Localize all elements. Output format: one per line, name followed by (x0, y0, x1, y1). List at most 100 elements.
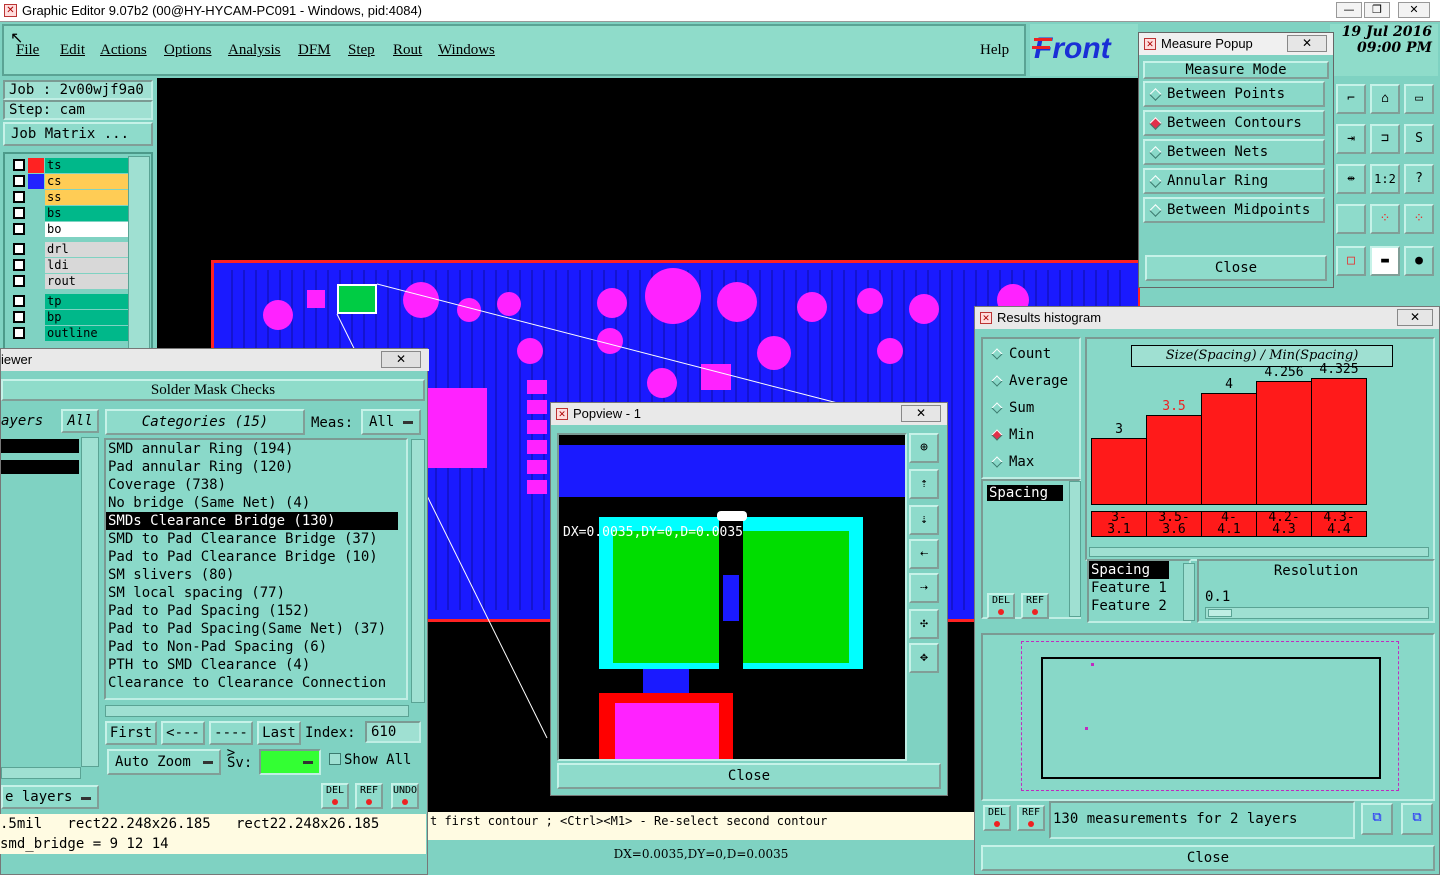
popview-close-button[interactable]: Close (557, 763, 941, 789)
blank-icon[interactable] (1336, 204, 1366, 234)
layer-name[interactable]: bs (45, 206, 129, 221)
hist-del-button[interactable]: DEL (987, 593, 1015, 619)
category-item[interactable]: Coverage (738) (106, 476, 406, 494)
s-icon[interactable]: S (1404, 124, 1434, 154)
flip-icon[interactable]: ⇹ (1336, 164, 1366, 194)
category-item[interactable]: Pad to Pad Spacing (152) (106, 602, 406, 620)
arrow-in-icon[interactable]: ⇥ (1336, 124, 1366, 154)
layer-row-ss[interactable]: ss (11, 190, 129, 205)
popview-zoom-icon[interactable]: ⊕ (909, 433, 939, 463)
histogram-bar[interactable] (1146, 415, 1202, 505)
measure-mode-option[interactable]: Between Points (1143, 81, 1325, 107)
select-icon[interactable]: □ (1336, 246, 1366, 276)
layer-selected-row[interactable] (1, 460, 79, 474)
category-item[interactable]: SMD annular Ring (194) (106, 440, 406, 458)
layer-checkbox[interactable] (13, 243, 25, 255)
measure-mode-option[interactable]: Between Nets (1143, 139, 1325, 165)
first-button[interactable]: First (105, 721, 157, 745)
auto-zoom-dropdown[interactable]: Auto Zoom (107, 749, 221, 775)
ref-button[interactable]: REF (355, 783, 383, 809)
layer-name[interactable]: rout (45, 274, 129, 289)
menu-help[interactable]: Help (980, 42, 1009, 59)
categories-button[interactable]: Categories (15) (105, 409, 305, 435)
del-button[interactable]: DEL (321, 783, 349, 809)
measure-mode-option[interactable]: Between Contours (1143, 110, 1325, 136)
menu-file[interactable]: File (16, 42, 39, 59)
prev-button[interactable]: <---- (161, 721, 205, 761)
popview-left-icon[interactable]: ⇠ (909, 539, 939, 569)
layer-row-drl[interactable]: drl (11, 242, 129, 257)
menu-options[interactable]: Options (164, 42, 212, 59)
layer-checkbox[interactable] (13, 311, 25, 323)
popview-pan-icon[interactable]: ✥ (909, 643, 939, 673)
category-item[interactable]: PTH to SMD Clearance (4) (106, 656, 406, 674)
layer-checkbox[interactable] (13, 207, 25, 219)
layer-checkbox[interactable] (13, 159, 25, 171)
hist-ref-button[interactable]: REF (1021, 593, 1049, 619)
attribute-scrollbar[interactable] (1069, 481, 1081, 617)
layer-row-rout[interactable]: rout (11, 274, 129, 289)
layer-row-bs[interactable]: bs (11, 206, 129, 221)
meas-dropdown[interactable]: All (361, 409, 421, 435)
maximize-button[interactable]: ❐ (1364, 2, 1390, 18)
tool-icon[interactable]: ⌐ (1336, 84, 1366, 114)
category-item[interactable]: Pad to Pad Spacing(Same Net) (37) (106, 620, 406, 638)
category-item[interactable]: Pad annular Ring (120) (106, 458, 406, 476)
viewer-close-x[interactable]: ✕ (381, 351, 421, 368)
aggregate-option[interactable]: Max (991, 453, 1034, 471)
help-icon[interactable]: ? (1404, 164, 1434, 194)
layer-checkbox[interactable] (13, 175, 25, 187)
histogram-bar[interactable] (1256, 381, 1312, 505)
layer-name[interactable]: bp (45, 310, 129, 325)
menu-dfm[interactable]: DFM (298, 42, 331, 59)
chart-hscroll[interactable] (1089, 547, 1429, 557)
category-item[interactable]: Clearance to Clearance Connection (106, 674, 406, 692)
category-item[interactable]: SMDs Clearance Bridge (130) (106, 512, 398, 530)
export-icon[interactable]: ⧉ (1361, 803, 1393, 835)
ruler-icon[interactable]: ▬ (1370, 246, 1400, 276)
measure-popup-close-button[interactable]: Close (1145, 255, 1327, 281)
popview-fit-icon[interactable]: ✣ (909, 609, 939, 639)
aggregate-option[interactable]: Count (991, 345, 1051, 363)
layer-name[interactable]: ss (45, 190, 129, 205)
layers-dropdown[interactable]: e layers (1, 785, 99, 809)
category-item[interactable]: SMD to Pad Clearance Bridge (37) (106, 530, 406, 548)
minimize-button[interactable]: — (1336, 2, 1362, 18)
layer-scrollbar[interactable] (128, 156, 150, 352)
category-item[interactable]: No bridge (Same Net) (4) (106, 494, 406, 512)
layer-name[interactable]: drl (45, 242, 129, 257)
layers-hscroll[interactable] (1, 767, 81, 779)
histogram-bar[interactable] (1201, 393, 1257, 505)
feature-scrollbar[interactable] (1183, 563, 1195, 621)
show-all-checkbox[interactable] (329, 753, 341, 765)
layer-name[interactable]: outline (45, 326, 129, 341)
all-layers-button[interactable]: All (61, 409, 99, 433)
target-icon[interactable]: ● (1404, 246, 1434, 276)
categories-hscroll[interactable] (105, 705, 409, 717)
measure-mode-option[interactable]: Between Midpoints (1143, 197, 1325, 223)
layer-row-bo[interactable]: bo (11, 222, 129, 237)
close-window-button[interactable]: ✕ (1398, 2, 1430, 18)
histogram-bar[interactable] (1311, 378, 1367, 505)
aggregate-option[interactable]: Min (991, 426, 1034, 444)
layer-name[interactable]: cs (45, 174, 129, 189)
resolution-slider[interactable] (1205, 607, 1429, 619)
layer-name[interactable]: ldi (45, 258, 129, 273)
print-icon[interactable]: ⧉ (1401, 803, 1433, 835)
menu-windows[interactable]: Windows (438, 42, 495, 59)
layer-row-cs[interactable]: cs (11, 174, 129, 189)
next-button[interactable]: ----> (209, 721, 253, 761)
home-icon[interactable]: ⌂ (1370, 84, 1400, 114)
menu-analysis[interactable]: Analysis (228, 42, 281, 59)
window-icon[interactable]: ▭ (1404, 84, 1434, 114)
layer-checkbox[interactable] (13, 191, 25, 203)
feature-list-item[interactable]: Feature 1 (1089, 579, 1189, 597)
hist-ref-button-2[interactable]: REF (1017, 805, 1045, 831)
aggregate-option[interactable]: Average (991, 372, 1068, 390)
shape-icon[interactable]: ⊐ (1370, 124, 1400, 154)
category-item[interactable]: Pad to Pad Clearance Bridge (10) (106, 548, 406, 566)
menu-step[interactable]: Step (348, 42, 375, 59)
feature-list-item[interactable]: Feature 2 (1089, 597, 1189, 615)
slider-thumb[interactable] (1208, 609, 1232, 617)
feature-list-item[interactable]: Spacing (1089, 561, 1169, 579)
